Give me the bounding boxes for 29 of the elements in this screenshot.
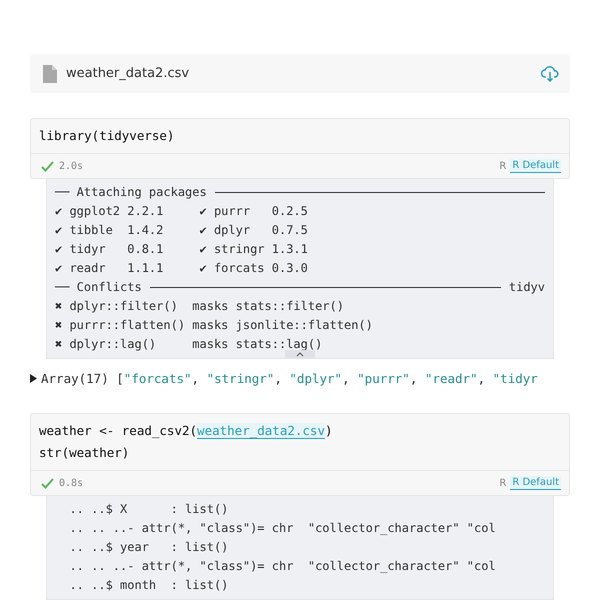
- download-icon[interactable]: [541, 66, 559, 82]
- expand-triangle-icon[interactable]: [30, 374, 37, 383]
- output-line: ✔ tibble 1.4.2 ✔ dplyr 0.7.5: [55, 222, 309, 239]
- output-line: tidyv: [508, 279, 545, 296]
- run-time: 0.8s: [59, 478, 84, 488]
- output-line: ── Attaching packages: [55, 184, 207, 201]
- output-line: ── Conflicts: [55, 279, 142, 296]
- language-label: R: [499, 478, 506, 488]
- code-line: library(tidyverse): [39, 127, 176, 145]
- file-icon: [43, 64, 57, 82]
- file-name: weather_data2.csv: [66, 66, 190, 81]
- output-line: ✔ ggplot2 2.2.1 ✔ purrr 0.2.5: [55, 203, 309, 220]
- output-line: ✖ dplyr::lag() masks stats::lag(): [55, 336, 324, 353]
- output-line: ✔ readr 1.1.1 ✔ forcats 0.3.0: [55, 260, 309, 277]
- output-line: .. .. ..- attr(*, "class")= chr "collector_character" "col: [68, 558, 497, 575]
- collapse-handle-icon[interactable]: [285, 350, 315, 358]
- output-line: ✔ tidyr 0.8.1 ✔ stringr 1.3.1: [55, 241, 309, 258]
- run-time: 2.0s: [59, 160, 84, 172]
- output-line: .. .. ..- attr(*, "class")= chr "collector_character" "col: [68, 520, 497, 537]
- output-line: .. ..$ year : list(): [68, 539, 230, 556]
- array-preview[interactable]: Array(17) ["forcats", "stringr", "dplyr", "purrr", "readr", "tidyr: [41, 371, 538, 386]
- code-cell[interactable]: library(tidyverse) 2.0s R R Default: [30, 118, 570, 179]
- output-line: ✖ purrr::flatten() masks jsonlite::flatten(): [55, 317, 374, 334]
- code-line: weather <- read_csv2(weather_data2.csv): [39, 422, 334, 441]
- code-line: str(weather): [39, 444, 130, 462]
- output-line: .. ..$ month : list(): [68, 577, 230, 594]
- language-label: R: [499, 160, 506, 172]
- output-line: .. ..$ X : list(): [68, 501, 230, 518]
- output-line: ✖ dplyr::filter() masks stats::filter(): [55, 298, 345, 315]
